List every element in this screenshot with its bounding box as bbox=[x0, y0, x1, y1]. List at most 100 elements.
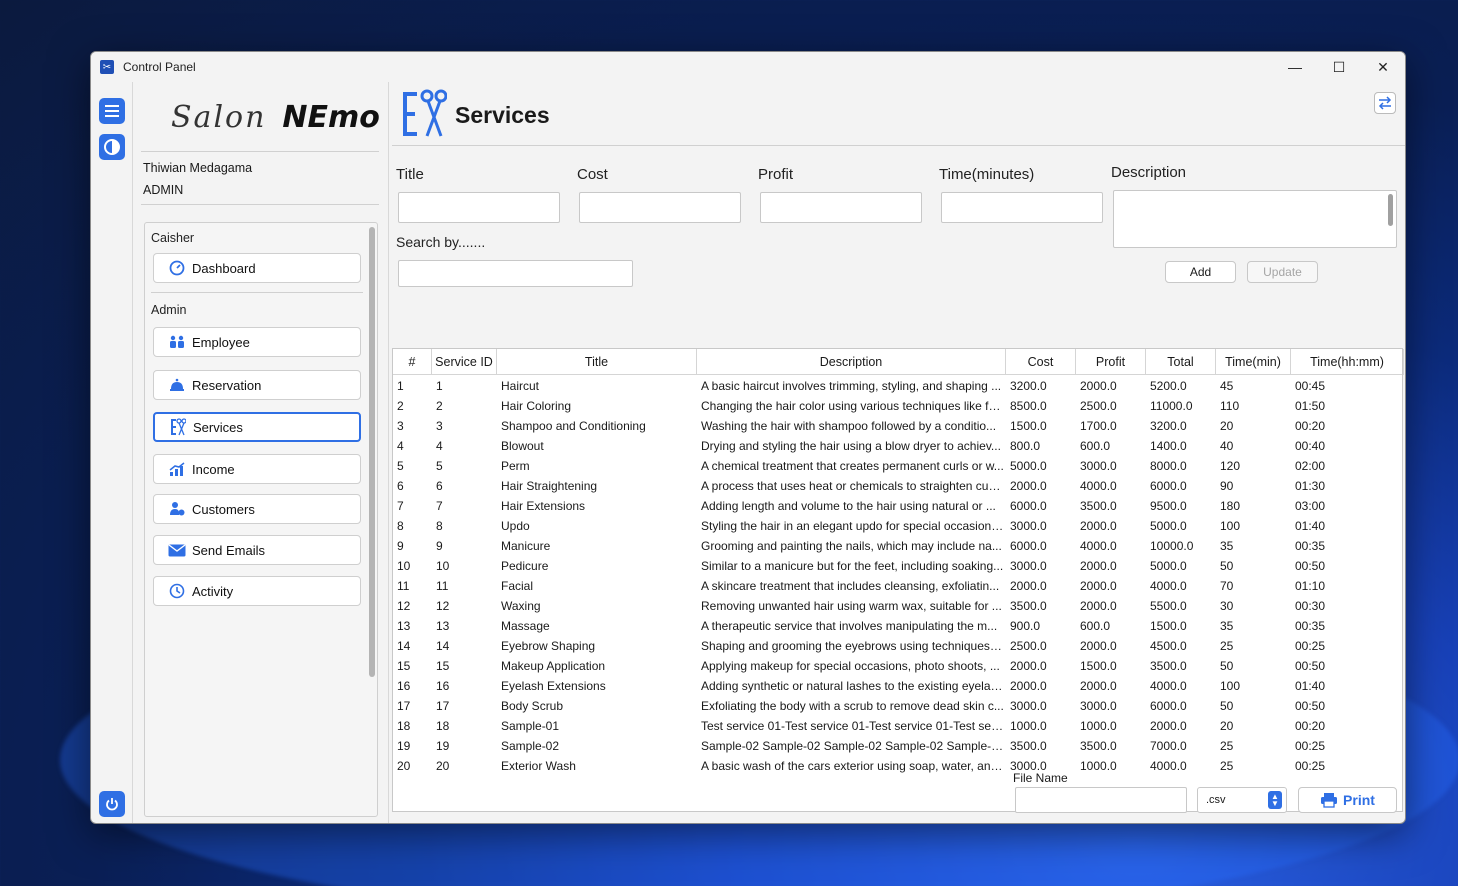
table-cell: 6000.0 bbox=[1010, 499, 1047, 513]
sidebar-item-dashboard[interactable]: Dashboard bbox=[153, 253, 361, 283]
theme-toggle-icon[interactable] bbox=[99, 134, 125, 160]
sidebar-item-label: Services bbox=[193, 419, 243, 435]
table-cell: A skincare treatment that includes clean… bbox=[701, 579, 1000, 593]
table-cell: 3 bbox=[397, 419, 404, 433]
table-row[interactable]: 5 5 Perm A chemical treatment that creates … bbox=[393, 456, 1402, 476]
nav-panel: Caisher Dashboard Admin Employee Reserva… bbox=[144, 222, 378, 817]
description-scrollbar[interactable] bbox=[1388, 194, 1393, 226]
table-cell: 70 bbox=[1220, 579, 1234, 593]
table-cell: 35 bbox=[1220, 619, 1234, 633]
table-cell: 2000.0 bbox=[1080, 379, 1117, 393]
format-select[interactable]: .csv ▲ ▼ bbox=[1197, 787, 1287, 813]
refresh-icon[interactable] bbox=[1374, 92, 1396, 114]
table-row[interactable]: 14 14 Eyebrow Shaping Shaping and grooming … bbox=[393, 636, 1402, 656]
minimize-button[interactable]: — bbox=[1273, 52, 1317, 82]
table-row[interactable]: 12 12 Waxing Removing unwanted hair using w… bbox=[393, 596, 1402, 616]
maximize-button[interactable]: ☐ bbox=[1317, 52, 1361, 82]
sidebar-item-income[interactable]: Income bbox=[153, 454, 361, 484]
sidebar-item-customers[interactable]: Customers bbox=[153, 494, 361, 524]
section-cashier: Caisher bbox=[151, 231, 195, 245]
table-row[interactable]: 18 18 Sample-01 Test service 01-Test servic… bbox=[393, 716, 1402, 736]
table-cell: 50 bbox=[1220, 699, 1234, 713]
cost-input[interactable] bbox=[579, 192, 741, 223]
table-row[interactable]: 13 13 Massage A therapeutic service that in… bbox=[393, 616, 1402, 636]
sidebar-item-reservation[interactable]: Reservation bbox=[153, 370, 361, 400]
column-header[interactable]: Profit bbox=[1076, 349, 1146, 375]
time-input[interactable] bbox=[941, 192, 1103, 223]
table-cell: 2000.0 bbox=[1080, 579, 1117, 593]
table-cell: 20 bbox=[1220, 719, 1234, 733]
table-cell: Styling the hair in an elegant updo for … bbox=[701, 519, 1004, 533]
table-cell: Eyebrow Shaping bbox=[501, 639, 596, 653]
file-name-input[interactable] bbox=[1015, 787, 1187, 813]
table-cell: Hair Extensions bbox=[501, 499, 586, 513]
table-body: 1 1 Haircut A basic haircut involves trimmi… bbox=[393, 376, 1402, 776]
table-row[interactable]: 10 10 Pedicure Similar to a manicure but fo… bbox=[393, 556, 1402, 576]
table-row[interactable]: 19 19 Sample-02 Sample-02 Sample-02 Sample-… bbox=[393, 736, 1402, 756]
power-icon[interactable] bbox=[99, 791, 125, 817]
sidebar-item-activity[interactable]: Activity bbox=[153, 576, 361, 606]
column-header[interactable]: # bbox=[393, 349, 432, 375]
table-row[interactable]: 6 6 Hair Straightening A process that uses … bbox=[393, 476, 1402, 496]
column-header[interactable]: Total bbox=[1146, 349, 1216, 375]
table-cell: 2500.0 bbox=[1010, 639, 1047, 653]
table-row[interactable]: 4 4 Blowout Drying and styling the hair us… bbox=[393, 436, 1402, 456]
close-button[interactable]: ✕ bbox=[1361, 52, 1405, 82]
table-cell: 00:25 bbox=[1295, 639, 1326, 653]
table-cell: 35 bbox=[1220, 539, 1234, 553]
column-header[interactable]: Service ID bbox=[432, 349, 497, 375]
sidebar-item-label: Activity bbox=[192, 583, 234, 599]
table-row[interactable]: 11 11 Facial A skincare treatment that inc… bbox=[393, 576, 1402, 596]
print-label: Print bbox=[1343, 792, 1375, 808]
profit-label: Profit bbox=[758, 166, 794, 183]
table-cell: Washing the hair with shampoo followed b… bbox=[701, 419, 997, 433]
table-row[interactable]: 3 3 Shampoo and Conditioning Washing the ha… bbox=[393, 416, 1402, 436]
sidebar-item-services[interactable]: Services bbox=[153, 412, 361, 442]
column-header[interactable]: Time(hh:mm) bbox=[1291, 349, 1404, 375]
table-cell: 2000.0 bbox=[1150, 719, 1187, 733]
table-row[interactable]: 15 15 Makeup Application Applying makeup fo… bbox=[393, 656, 1402, 676]
time-label: Time(minutes) bbox=[939, 166, 1035, 183]
table-cell: 2500.0 bbox=[1080, 399, 1117, 413]
table-cell: 00:25 bbox=[1295, 739, 1326, 753]
table-cell: 100 bbox=[1220, 519, 1241, 533]
table-cell: 800.0 bbox=[1010, 439, 1041, 453]
file-name-label: File Name bbox=[1013, 771, 1068, 785]
table-row[interactable]: 1 1 Haircut A basic haircut involves trimmi… bbox=[393, 376, 1402, 396]
app-icon: ✂ bbox=[100, 60, 114, 74]
table-row[interactable]: 7 7 Hair Extensions Adding length and volu… bbox=[393, 496, 1402, 516]
table-row[interactable]: 20 20 Exterior Wash A basic wash of the car… bbox=[393, 756, 1402, 776]
nav-scrollbar[interactable] bbox=[369, 227, 375, 677]
update-button[interactable]: Update bbox=[1247, 261, 1318, 283]
table-cell: 03:00 bbox=[1295, 499, 1326, 513]
gauge-icon bbox=[168, 259, 186, 277]
table-row[interactable]: 17 17 Body Scrub Exfoliating the body with … bbox=[393, 696, 1402, 716]
table-cell: 25 bbox=[1220, 639, 1234, 653]
print-button[interactable]: Print bbox=[1298, 787, 1397, 813]
table-row[interactable]: 9 9 Manicure Grooming and painting the nail… bbox=[393, 536, 1402, 556]
table-row[interactable]: 16 16 Eyelash Extensions Adding synthetic o… bbox=[393, 676, 1402, 696]
table-cell: 16 bbox=[397, 679, 411, 693]
table-row[interactable]: 8 8 Updo Styling the hair in an elegant upd… bbox=[393, 516, 1402, 536]
table-cell: 40 bbox=[1220, 439, 1234, 453]
table-row[interactable]: 2 2 Hair Coloring Changing the hair color u… bbox=[393, 396, 1402, 416]
table-cell: 00:30 bbox=[1295, 599, 1326, 613]
column-header[interactable]: Title bbox=[497, 349, 697, 375]
search-input[interactable] bbox=[398, 260, 633, 287]
table-cell: 3000.0 bbox=[1080, 699, 1117, 713]
add-button[interactable]: Add bbox=[1165, 261, 1236, 283]
sidebar-item-label: Send Emails bbox=[192, 542, 265, 558]
profit-input[interactable] bbox=[760, 192, 922, 223]
column-header[interactable]: Description bbox=[697, 349, 1006, 375]
table-cell: 3500.0 bbox=[1080, 499, 1117, 513]
column-header[interactable]: Cost bbox=[1006, 349, 1076, 375]
title-input[interactable] bbox=[398, 192, 560, 223]
column-header[interactable]: Time(min) bbox=[1216, 349, 1291, 375]
menu-icon[interactable] bbox=[99, 98, 125, 124]
table-cell: 00:35 bbox=[1295, 619, 1326, 633]
sidebar-item-employee[interactable]: Employee bbox=[153, 327, 361, 357]
table-cell: 1000.0 bbox=[1010, 719, 1047, 733]
description-textarea[interactable] bbox=[1113, 190, 1397, 248]
table-cell: 4000.0 bbox=[1150, 759, 1187, 773]
sidebar-item-send-emails[interactable]: Send Emails bbox=[153, 535, 361, 565]
